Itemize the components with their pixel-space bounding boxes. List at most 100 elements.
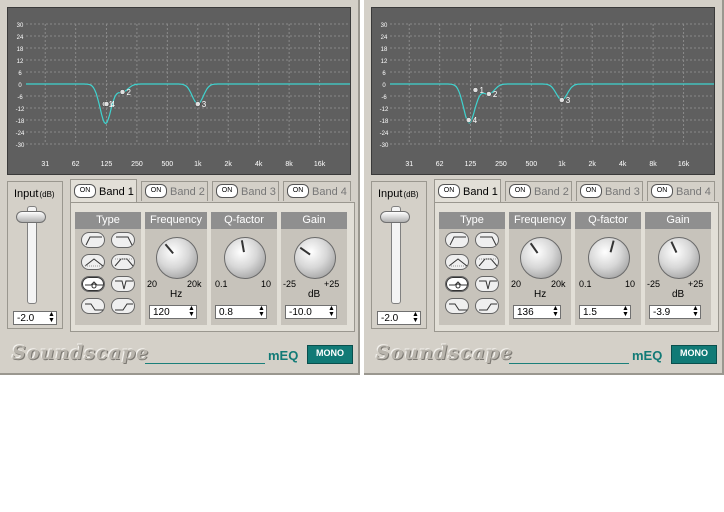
db-tick-label: -12 xyxy=(16,107,25,113)
peak-filter-icon[interactable] xyxy=(81,276,105,292)
lowshelf-filter-icon[interactable] xyxy=(81,298,105,314)
highshelf-filter-icon[interactable] xyxy=(111,298,135,314)
input-gain-group: Input(dB) -2.0 ▲ ▼ xyxy=(7,181,63,329)
freq-tick-label: 4k xyxy=(619,161,627,168)
band-on-toggle[interactable]: ON xyxy=(651,184,673,199)
bandpass-filter-icon[interactable] xyxy=(445,254,469,270)
gain-knob[interactable] xyxy=(658,237,700,279)
highcut-filter-icon[interactable] xyxy=(475,232,499,248)
band-marker xyxy=(486,91,492,97)
freq-tick-label: 1k xyxy=(558,161,566,168)
band-on-toggle[interactable]: ON xyxy=(509,184,531,199)
q-knob[interactable] xyxy=(588,237,630,279)
tab-band-1[interactable]: ON Band 1 xyxy=(434,179,501,202)
gain-header: Gain xyxy=(645,212,711,229)
notch-filter-icon[interactable] xyxy=(475,276,499,292)
eq-response-graph[interactable]: 30 24 18 12 6 0 -6 -12 -18 -24 -30 31 62 125 250 500 1k 2… xyxy=(371,7,715,175)
tab-band-3[interactable]: ON Band 3 xyxy=(212,181,279,201)
spin-arrows-icon[interactable]: ▲ ▼ xyxy=(258,305,265,318)
response-curve xyxy=(390,83,714,124)
knob-pointer xyxy=(240,240,245,253)
input-value-field[interactable]: -2.0 ▲ ▼ xyxy=(13,311,57,325)
spin-arrows-icon[interactable]: ▲ ▼ xyxy=(622,305,629,318)
freq-tick-label: 8k xyxy=(649,161,657,168)
band-on-toggle[interactable]: ON xyxy=(145,184,167,199)
band-marker-label: 1 xyxy=(479,86,484,95)
frequency-value-field[interactable]: 120 ▲ ▼ xyxy=(149,305,197,319)
band-marker xyxy=(472,87,479,93)
frequency-min: 20 xyxy=(147,279,158,289)
spin-arrows-icon[interactable]: ▲ ▼ xyxy=(328,305,335,318)
gain-value-field[interactable]: -3.9 ▲ ▼ xyxy=(649,305,701,319)
db-tick-label: 12 xyxy=(17,59,24,65)
freq-tick-label: 16k xyxy=(314,161,326,168)
gain-min: -25 xyxy=(647,279,661,289)
band-tabs: ON Band 1 ON Band 2 ON Band 3 ON Band 4 xyxy=(434,179,720,203)
spin-arrows-icon[interactable]: ▲ ▼ xyxy=(412,311,419,324)
db-tick-label: 12 xyxy=(381,59,388,65)
frequency-value-field[interactable]: 136 ▲ ▼ xyxy=(513,305,561,319)
bandpass-wide-filter-icon[interactable] xyxy=(111,254,135,270)
tab-band-2[interactable]: ON Band 2 xyxy=(141,181,208,201)
spin-arrows-icon[interactable]: ▲ ▼ xyxy=(48,311,55,324)
q-knob[interactable] xyxy=(224,237,266,279)
mono-button[interactable]: MONO xyxy=(307,345,353,364)
gain-min: -25 xyxy=(283,279,297,289)
tab-band-2[interactable]: ON Band 2 xyxy=(505,181,572,201)
knob-pointer xyxy=(299,246,311,256)
spin-arrows-icon[interactable]: ▲ ▼ xyxy=(692,305,699,318)
highcut-filter-icon[interactable] xyxy=(111,232,135,248)
freq-tick-label: 125 xyxy=(465,161,477,168)
q-header: Q-factor xyxy=(211,212,277,229)
band-on-toggle[interactable]: ON xyxy=(287,184,309,199)
db-tick-label: -18 xyxy=(16,119,25,125)
band-marker xyxy=(195,101,201,107)
input-value-field[interactable]: -2.0 ▲ ▼ xyxy=(377,311,421,325)
db-tick-label: 24 xyxy=(17,35,24,41)
spin-arrows-icon[interactable]: ▲ ▼ xyxy=(552,305,559,318)
mono-button[interactable]: MONO xyxy=(671,345,717,364)
q-group: 0.1 10 0.8 ▲ ▼ xyxy=(211,229,277,325)
highshelf-filter-icon[interactable] xyxy=(475,298,499,314)
logo-underline xyxy=(145,363,265,364)
q-min: 0.1 xyxy=(579,279,592,289)
tab-band-1[interactable]: ON Band 1 xyxy=(70,179,137,202)
frequency-knob[interactable] xyxy=(156,237,198,279)
frequency-knob[interactable] xyxy=(520,237,562,279)
lowcut-filter-icon[interactable] xyxy=(445,232,469,248)
tab-band-4[interactable]: ON Band 4 xyxy=(647,181,715,201)
frequency-max: 20k xyxy=(187,279,202,289)
soundscape-logo: Soundscape xyxy=(376,342,514,364)
input-slider-thumb[interactable] xyxy=(16,211,46,223)
eq-response-graph[interactable]: 30 24 18 12 6 0 -6 -12 -18 -24 -30 31 62 125 250 500 1k 2… xyxy=(7,7,351,175)
frequency-unit: Hz xyxy=(170,289,183,300)
spin-arrows-icon[interactable]: ▲ ▼ xyxy=(188,305,195,318)
band-on-toggle[interactable]: ON xyxy=(438,184,460,199)
freq-tick-label: 62 xyxy=(72,161,80,168)
db-tick-label: 30 xyxy=(381,23,388,29)
q-value-field[interactable]: 1.5 ▲ ▼ xyxy=(579,305,631,319)
band-on-toggle[interactable]: ON xyxy=(216,184,238,199)
band-marker-label: 3 xyxy=(566,96,571,105)
notch-filter-icon[interactable] xyxy=(111,276,135,292)
gain-knob[interactable] xyxy=(294,237,336,279)
eq-panel-left: 30 24 18 12 6 0 -6 -12 -18 -24 -30 31 62 125 250 500 1k 2… xyxy=(0,0,360,375)
bandpass-wide-filter-icon[interactable] xyxy=(475,254,499,270)
q-value-field[interactable]: 0.8 ▲ ▼ xyxy=(215,305,267,319)
lowshelf-filter-icon[interactable] xyxy=(445,298,469,314)
knob-pointer xyxy=(670,241,678,253)
freq-tick-label: 2k xyxy=(589,161,597,168)
gain-value-field[interactable]: -10.0 ▲ ▼ xyxy=(285,305,337,319)
band-marker-label: 2 xyxy=(493,90,498,99)
response-curve xyxy=(26,83,350,125)
tab-band-3[interactable]: ON Band 3 xyxy=(576,181,643,201)
band-on-toggle[interactable]: ON xyxy=(74,184,96,199)
band-on-toggle[interactable]: ON xyxy=(580,184,602,199)
bandpass-filter-icon[interactable] xyxy=(81,254,105,270)
q-header: Q-factor xyxy=(575,212,641,229)
tab-band-4[interactable]: ON Band 4 xyxy=(283,181,351,201)
input-slider-thumb[interactable] xyxy=(380,211,410,223)
peak-filter-icon[interactable] xyxy=(445,276,469,292)
product-name: mEQ xyxy=(268,348,299,363)
lowcut-filter-icon[interactable] xyxy=(81,232,105,248)
